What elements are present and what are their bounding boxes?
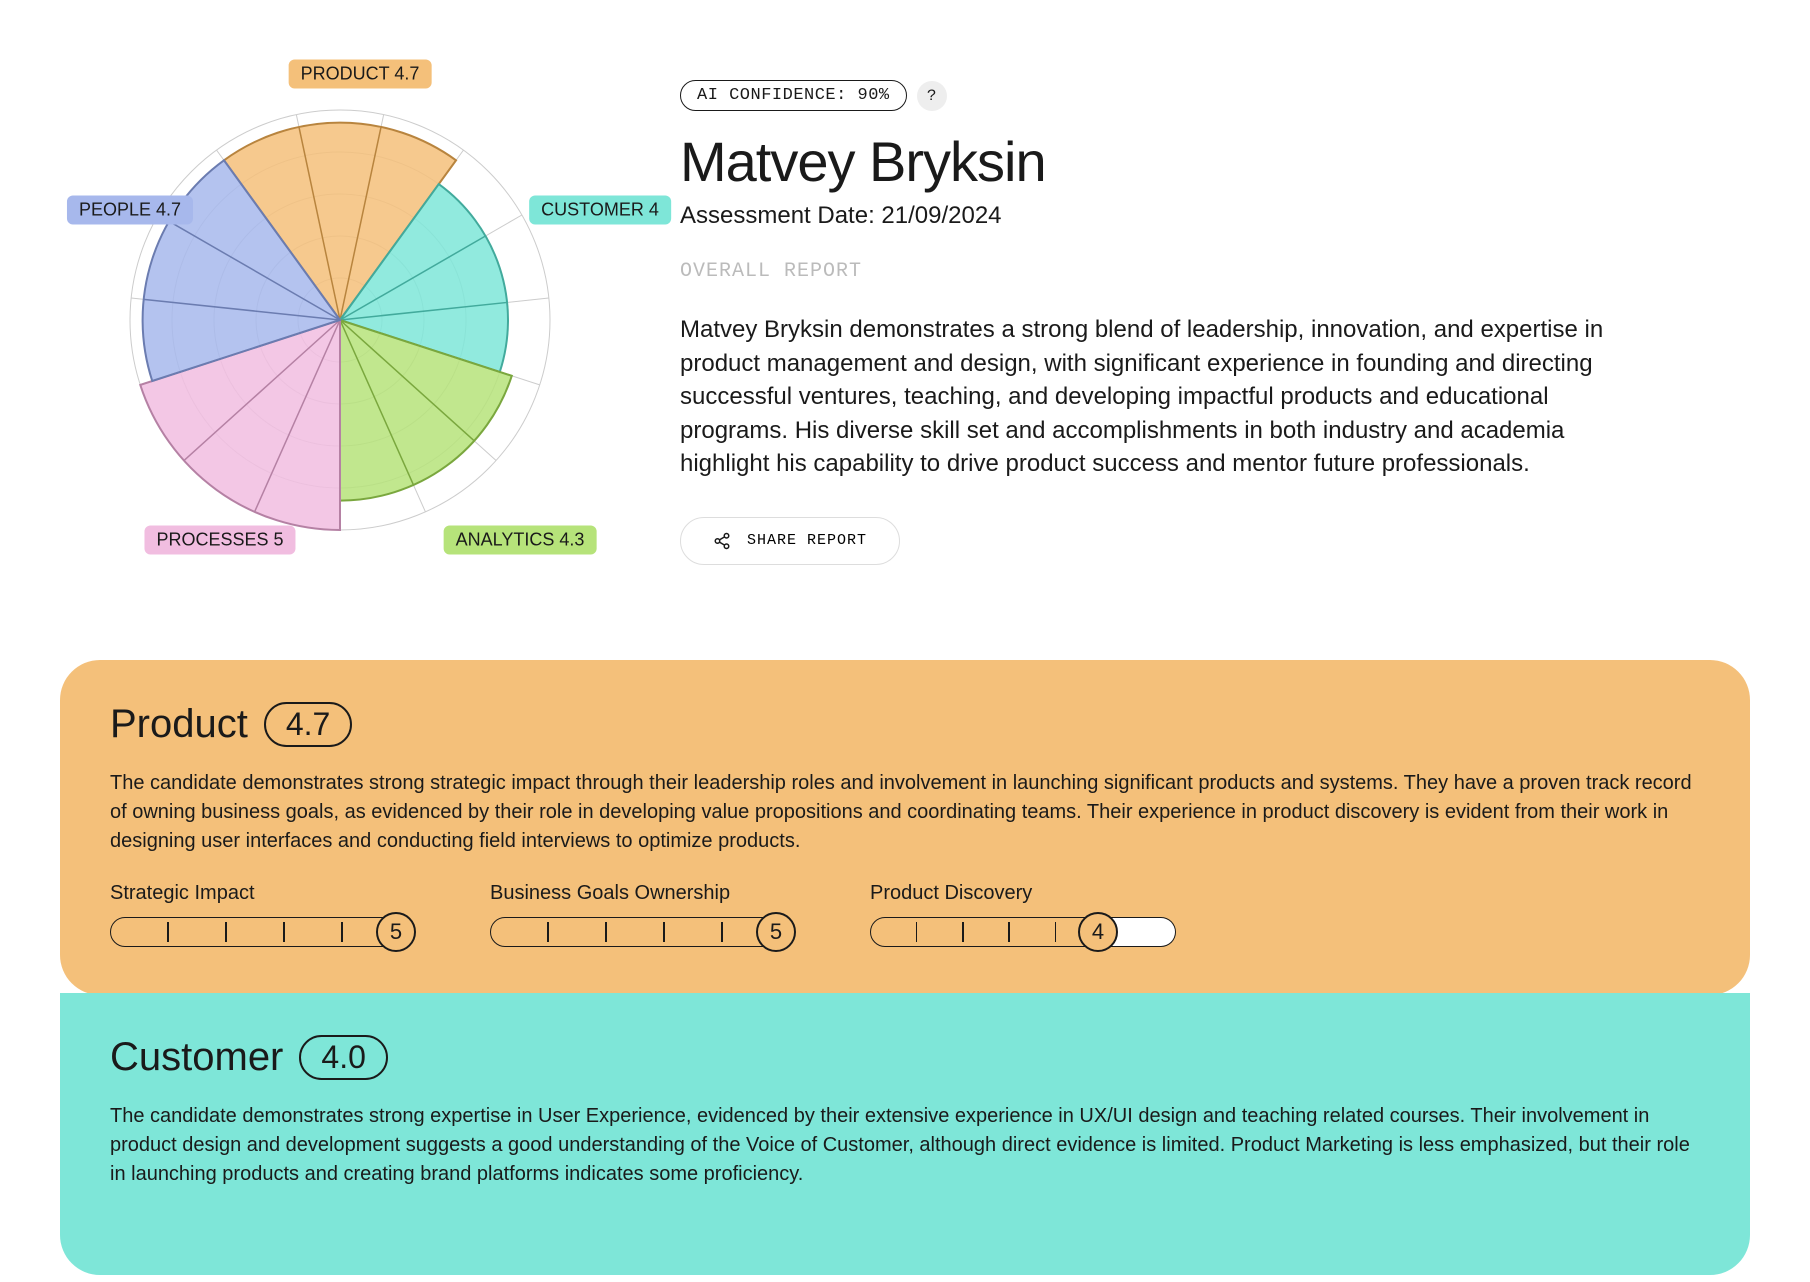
- product-body: The candidate demonstrates strong strate…: [110, 769, 1700, 856]
- skill-score-knob: 5: [376, 912, 416, 952]
- chart-label-customer: CUSTOMER 4: [529, 196, 671, 225]
- skill-gauge: 5: [490, 915, 830, 949]
- skill-name: Business Goals Ownership: [490, 882, 830, 905]
- skill-gauge: 4: [870, 915, 1210, 949]
- product-section: Product 4.7 The candidate demonstrates s…: [60, 660, 1750, 995]
- customer-title: Customer: [110, 1035, 283, 1080]
- assessment-date: Assessment Date: 21/09/2024: [680, 202, 1750, 230]
- skill-business-goals-ownership: Business Goals Ownership 5: [490, 882, 830, 949]
- share-report-button[interactable]: SHARE REPORT: [680, 517, 900, 565]
- skill-name: Product Discovery: [870, 882, 1210, 905]
- candidate-name: Matvey Bryksin: [680, 129, 1750, 194]
- skill-product-discovery: Product Discovery 4: [870, 882, 1210, 949]
- overall-summary: Matvey Bryksin demonstrates a strong ble…: [680, 313, 1660, 481]
- customer-score: 4.0: [299, 1035, 387, 1080]
- product-skills-row: Strategic Impact5Business Goals Ownershi…: [110, 882, 1700, 949]
- product-title: Product: [110, 702, 248, 747]
- skill-strategic-impact: Strategic Impact 5: [110, 882, 450, 949]
- overall-report-label: OVERALL REPORT: [680, 260, 1750, 283]
- skill-score-knob: 4: [1078, 912, 1118, 952]
- share-icon: [713, 532, 731, 550]
- customer-section: Customer 4.0 The candidate demonstrates …: [60, 993, 1750, 1275]
- skill-gauge: 5: [110, 915, 450, 949]
- product-score: 4.7: [264, 702, 352, 747]
- chart-label-processes: PROCESSES 5: [144, 526, 295, 555]
- top-section: PRODUCT 4.7 CUSTOMER 4 ANALYTICS 4.3 PROCES…: [60, 40, 1750, 580]
- help-icon[interactable]: ?: [917, 81, 947, 111]
- share-report-label: SHARE REPORT: [747, 532, 867, 549]
- skill-name: Strategic Impact: [110, 882, 450, 905]
- chart-label-product: PRODUCT 4.7: [289, 60, 432, 89]
- skill-score-knob: 5: [756, 912, 796, 952]
- info-panel: AI CONFIDENCE: 90% ? Matvey Bryksin Asse…: [680, 40, 1750, 565]
- chart-label-people: PEOPLE 4.7: [67, 196, 193, 225]
- polar-chart: PRODUCT 4.7CUSTOMER 4ANALYTICS 4.3PROCES…: [60, 40, 620, 580]
- confidence-badge: AI CONFIDENCE: 90%: [680, 80, 907, 111]
- chart-label-analytics: ANALYTICS 4.3: [444, 526, 597, 555]
- customer-body: The candidate demonstrates strong expert…: [110, 1102, 1700, 1189]
